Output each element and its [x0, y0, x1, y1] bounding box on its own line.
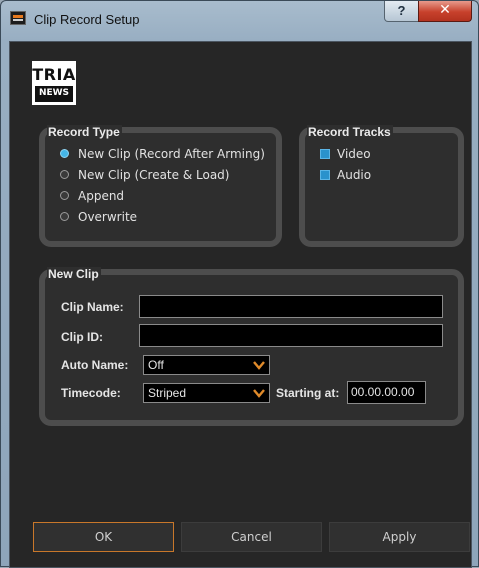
close-icon: ✕: [439, 2, 451, 18]
apply-button[interactable]: Apply: [329, 522, 470, 552]
track-label: Video: [337, 147, 371, 161]
starting-at-label: Starting at:: [276, 386, 340, 400]
clip-id-input[interactable]: [139, 324, 443, 347]
option-label: Overwrite: [78, 210, 138, 224]
record-tracks-title: Record Tracks: [307, 125, 393, 139]
radio-icon[interactable]: [60, 212, 69, 221]
dialog-window: Clip Record Setup ? ✕ TRIA NEWS Record T…: [0, 0, 479, 568]
checkbox-checked-icon[interactable]: [320, 149, 330, 159]
auto-name-value: Off: [148, 358, 164, 372]
timecode-dropdown[interactable]: Striped: [143, 383, 270, 403]
record-tracks-group: Record Tracks Video Audio: [299, 125, 464, 247]
option-label: New Clip (Create & Load): [78, 168, 230, 182]
timecode-value: Striped: [148, 386, 187, 400]
app-icon: [10, 11, 26, 25]
checkbox-checked-icon[interactable]: [320, 170, 330, 180]
radio-icon[interactable]: [60, 191, 69, 200]
record-type-group: Record Type New Clip (Record After Armin…: [39, 125, 282, 247]
clip-id-label: Clip ID:: [61, 330, 103, 344]
ok-button[interactable]: OK: [33, 522, 174, 552]
record-type-title: Record Type: [47, 125, 122, 139]
radio-selected-icon[interactable]: [60, 149, 69, 158]
logo-bottom-text: NEWS: [38, 88, 70, 98]
tria-news-logo: TRIA NEWS: [32, 61, 76, 105]
help-button[interactable]: ?: [384, 1, 419, 22]
close-button[interactable]: ✕: [418, 1, 472, 22]
chevron-down-icon: [253, 361, 265, 370]
clip-name-input[interactable]: [139, 295, 443, 318]
track-label: Audio: [337, 168, 372, 182]
chevron-down-icon: [253, 389, 265, 398]
dialog-content: TRIA NEWS Record Type New Clip (Record A…: [9, 41, 472, 568]
new-clip-group: New Clip Clip Name: Clip ID: Auto Name: …: [39, 267, 464, 426]
starting-at-input[interactable]: 00.00.00.00: [347, 381, 426, 404]
auto-name-dropdown[interactable]: Off: [143, 355, 270, 375]
radio-icon[interactable]: [60, 170, 69, 179]
new-clip-title: New Clip: [47, 267, 101, 281]
timecode-label: Timecode:: [61, 386, 121, 400]
clip-name-label: Clip Name:: [61, 300, 124, 314]
title-bar[interactable]: Clip Record Setup ? ✕: [1, 1, 478, 41]
auto-name-label: Auto Name:: [61, 358, 129, 372]
option-label: Append: [78, 189, 125, 203]
logo-top-text: TRIA: [32, 65, 76, 84]
option-label: New Clip (Record After Arming): [78, 147, 265, 161]
cancel-button[interactable]: Cancel: [181, 522, 322, 552]
window-title: Clip Record Setup: [34, 12, 140, 27]
